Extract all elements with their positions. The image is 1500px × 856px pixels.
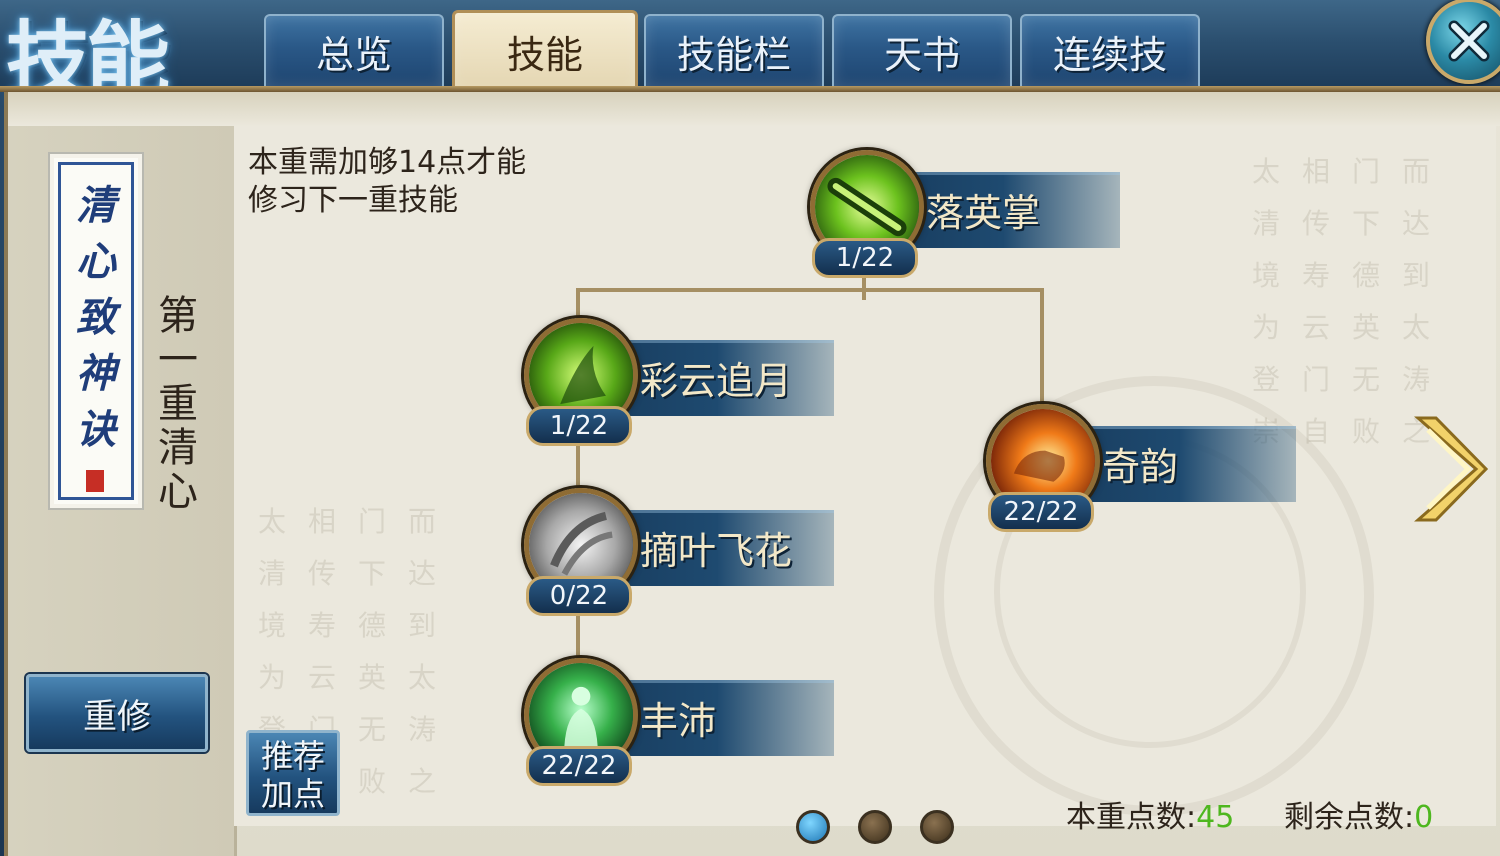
skill-node-zhaiyefeihua[interactable]: 摘叶飞花 0/22 [514, 488, 844, 618]
skill-name: 落英掌 [926, 191, 1041, 235]
skill-level: 0/22 [526, 576, 632, 616]
page-dot[interactable] [920, 810, 954, 844]
skill-node-caiyunzhuiyue[interactable]: 彩云追月 1/22 [514, 318, 844, 448]
layer-points: 本重点数:45 [1066, 792, 1234, 836]
panel-top-edge [8, 92, 1500, 126]
skill-level: 22/22 [988, 492, 1094, 532]
rebuild-button[interactable]: 重修 [26, 674, 208, 752]
page-dot[interactable] [796, 810, 830, 844]
tab-combo-skills[interactable]: 连续技 [1020, 14, 1200, 86]
recommend-points-button[interactable]: 推荐加点 [246, 730, 340, 816]
skill-name: 奇韵 [1102, 445, 1179, 489]
top-bar: 技能 总览 技能 技能栏 天书 连续技 [0, 0, 1500, 110]
chevron-right-icon [1414, 416, 1489, 522]
page-indicator [796, 810, 956, 844]
skill-node-qiyun[interactable]: 奇韵 22/22 [976, 404, 1306, 534]
skill-node-fengpei[interactable]: 丰沛 22/22 [514, 658, 844, 788]
skill-screen: 技能 总览 技能 技能栏 天书 连续技 太相门而 清传下达 境寿德到 为云英太 登门无涛… [0, 0, 1500, 856]
close-icon [1448, 20, 1490, 62]
connector-line [576, 288, 1044, 292]
skill-name: 彩云追月 [640, 359, 793, 403]
layer-points-value: 45 [1196, 800, 1235, 835]
skill-name: 摘叶飞花 [640, 529, 793, 573]
tab-skills[interactable]: 技能 [452, 10, 638, 89]
layer-label: 第一重清心 [158, 293, 198, 515]
technique-scroll: 清心致神诀 [48, 152, 144, 510]
layer-requirement-text: 本重需加够14点才能修习下一重技能 [248, 145, 527, 218]
next-page-arrow[interactable] [1410, 410, 1489, 528]
close-button[interactable] [1426, 0, 1500, 84]
skill-level: 22/22 [526, 746, 632, 786]
page-dot[interactable] [858, 810, 892, 844]
tab-overview[interactable]: 总览 [264, 14, 444, 86]
skill-name: 丰沛 [640, 699, 717, 743]
skill-node-luoyingzhang[interactable]: 落英掌 1/22 [800, 150, 1130, 280]
connector-line [1040, 288, 1044, 418]
remaining-points-label: 剩余点数: [1284, 800, 1415, 835]
skill-level: 1/22 [812, 238, 918, 278]
red-seal-icon [86, 470, 104, 492]
tab-heavenly-book[interactable]: 天书 [832, 14, 1012, 86]
skill-level: 1/22 [526, 406, 632, 446]
layer-points-label: 本重点数: [1066, 800, 1197, 835]
remaining-points: 剩余点数:0 [1284, 792, 1433, 836]
tab-skill-bar[interactable]: 技能栏 [644, 14, 824, 86]
scroll-title: 清心致神诀 [76, 182, 116, 453]
remaining-points-value: 0 [1414, 800, 1434, 835]
